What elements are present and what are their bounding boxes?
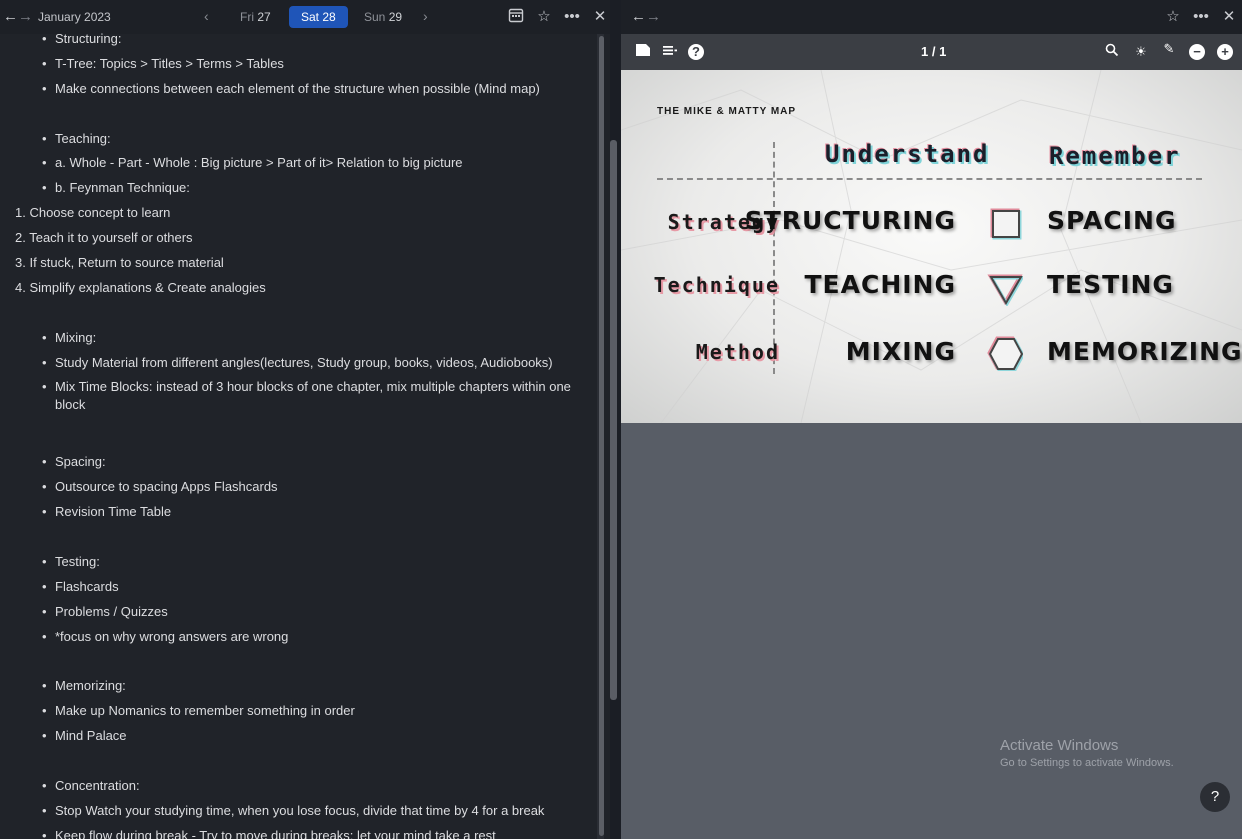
zoom-in-icon[interactable]: + <box>1217 44 1233 60</box>
day-sun[interactable]: Sun 29 <box>352 6 414 28</box>
map-texture <box>621 70 1242 423</box>
list-item: Problems / Quizzes <box>0 603 596 628</box>
notes-topbar: ← → January 2023 ‹ Fri 27 Sat 28 Sun 29 … <box>0 0 610 34</box>
list-item: Teaching: <box>0 130 596 155</box>
sidebar-toggle-icon[interactable] <box>634 43 652 61</box>
numbered-item: 2. Teach it to yourself or others <box>15 230 193 246</box>
list-item: T-Tree: Topics > Titles > Terms > Tables <box>0 55 596 80</box>
month-label[interactable]: January 2023 <box>38 10 111 24</box>
list-item: Mix Time Blocks: instead of 3 hour block… <box>0 378 596 428</box>
star-icon[interactable]: ☆ <box>534 7 554 27</box>
close-icon[interactable]: ✕ <box>590 7 610 27</box>
list-item: Testing: <box>0 553 596 578</box>
notes-content[interactable]: Structuring: T-Tree: Topics > Titles > T… <box>0 30 596 839</box>
list-item: Stop Watch your studying time, when you … <box>0 802 596 827</box>
brightness-icon[interactable]: ☀ <box>1132 43 1150 61</box>
more-options-icon[interactable]: ••• <box>1191 7 1211 27</box>
column-header-remember: Remember <box>1049 142 1181 170</box>
cell-teaching: TEACHING <box>804 270 956 299</box>
cell-memorizing: MEMORIZING <box>1047 337 1242 366</box>
cell-spacing: SPACING <box>1047 206 1177 235</box>
back-arrow-icon[interactable]: ← <box>631 8 646 26</box>
calendar-icon[interactable] <box>506 7 526 27</box>
forward-arrow-icon[interactable]: → <box>646 8 661 26</box>
next-day-chevron-icon[interactable]: › <box>423 8 428 24</box>
list-item: Outsource to spacing Apps Flashcards <box>0 478 596 503</box>
triangle-icon <box>987 274 1023 306</box>
notes-scrollbar-thumb[interactable] <box>599 36 604 836</box>
outline-list-icon[interactable] <box>661 43 679 61</box>
page-count: 1 / 1 <box>921 44 947 59</box>
pdf-toolbar: ? 1 / 1 ☀ ✎ − + <box>621 34 1242 70</box>
numbered-item: 1. Choose concept to learn <box>15 205 171 221</box>
pane-scrollbar-thumb[interactable] <box>610 140 617 700</box>
forward-arrow-icon[interactable]: → <box>18 8 33 26</box>
cell-mixing: MIXING <box>845 337 956 366</box>
list-item: Revision Time Table <box>0 503 596 528</box>
zoom-out-icon[interactable]: − <box>1189 44 1205 60</box>
map-title: THE MIKE & MATTY MAP <box>657 106 797 117</box>
floating-help-button[interactable]: ? <box>1200 782 1230 812</box>
list-item: Structuring: <box>0 30 596 55</box>
day-fri[interactable]: Fri 27 <box>228 6 283 28</box>
hexagon-icon <box>987 336 1023 371</box>
list-item: Flashcards <box>0 578 596 603</box>
close-icon[interactable]: ✕ <box>1219 7 1239 27</box>
list-item: Mixing: <box>0 329 596 354</box>
cell-structuring: STRUCTURING <box>744 206 956 235</box>
previous-day-chevron-icon[interactable]: ‹ <box>204 8 209 24</box>
list-item: Concentration: <box>0 777 596 802</box>
list-item: Mind Palace <box>0 727 596 752</box>
activation-watermark-title: Activate Windows <box>1000 737 1119 754</box>
list-item: b. Feynman Technique: <box>0 179 596 204</box>
numbered-item: 4. Simplify explanations & Create analog… <box>15 279 266 295</box>
list-item: a. Whole - Part - Whole : Big picture > … <box>0 154 596 179</box>
cell-testing: TESTING <box>1047 270 1174 299</box>
pdf-viewer-pane: ← → ☆ ••• ✕ ? 1 / 1 ☀ ✎ − + THE MIKE & M… <box>621 0 1242 839</box>
row-header-technique: Technique <box>653 273 780 297</box>
horizontal-divider <box>657 178 1202 180</box>
list-item: Make up Nomanics to remember something i… <box>0 702 596 727</box>
column-header-understand: Understand <box>825 140 990 168</box>
row-header-method: Method <box>695 340 780 364</box>
list-item: Memorizing: <box>0 677 596 702</box>
annotate-pen-icon[interactable]: ✎ <box>1160 40 1178 58</box>
activation-watermark-subtitle: Go to Settings to activate Windows. <box>1000 757 1174 769</box>
list-item: Study Material from different angles(lec… <box>0 354 596 379</box>
list-item: Spacing: <box>0 453 596 478</box>
more-options-icon[interactable]: ••• <box>562 7 582 27</box>
search-icon[interactable] <box>1103 43 1121 61</box>
help-icon[interactable]: ? <box>688 44 704 60</box>
square-icon <box>990 208 1022 240</box>
day-sat-selected[interactable]: Sat 28 <box>289 6 348 28</box>
numbered-item: 3. If stuck, Return to source material <box>15 255 224 271</box>
list-item: Keep flow during break - Try to move dur… <box>0 827 596 839</box>
viewer-topbar: ← → ☆ ••• ✕ <box>621 0 1242 34</box>
pdf-page[interactable]: THE MIKE & MATTY MAP Understand Remember… <box>621 70 1242 423</box>
list-item: Make connections between each element of… <box>0 80 596 105</box>
back-arrow-icon[interactable]: ← <box>3 8 18 26</box>
daily-notes-pane: ← → January 2023 ‹ Fri 27 Sat 28 Sun 29 … <box>0 0 610 839</box>
star-icon[interactable]: ☆ <box>1163 7 1183 27</box>
list-item: *focus on why wrong answers are wrong <box>0 628 596 653</box>
